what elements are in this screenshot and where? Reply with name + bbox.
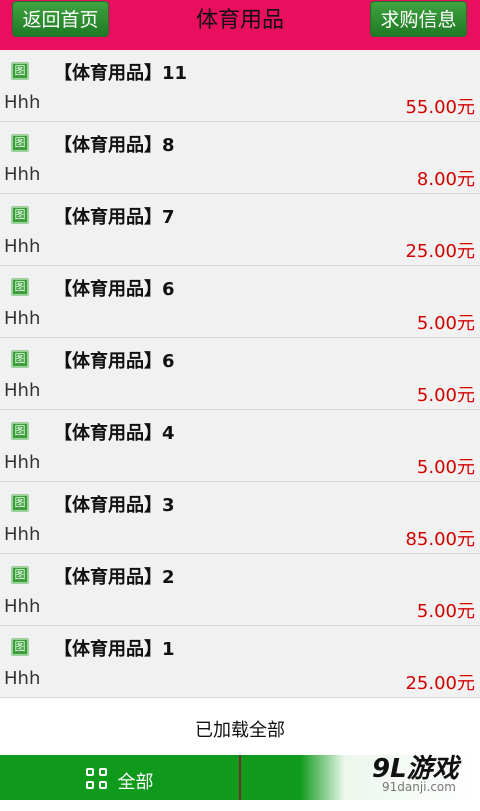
- item-price: 5.00元: [416, 385, 475, 406]
- item-price: 25.00元: [405, 241, 475, 262]
- grid-icon: [85, 768, 110, 792]
- back-home-button[interactable]: 返回首页: [12, 1, 109, 37]
- header-bar: 返回首页 体育用品 求购信息: [0, 0, 480, 50]
- list-item[interactable]: 图 【体育用品】3 Hhh 85.00元: [0, 482, 480, 554]
- item-seller: Hhh: [4, 92, 41, 113]
- picture-icon: 图: [11, 566, 29, 584]
- tab-all-label: 全部: [117, 772, 154, 793]
- list-item[interactable]: 图 【体育用品】2 Hhh 5.00元: [0, 554, 480, 626]
- item-name: 【体育用品】8: [54, 135, 175, 156]
- page-title: 体育用品: [195, 8, 284, 33]
- item-name: 【体育用品】3: [54, 495, 175, 516]
- picture-icon: 图: [11, 206, 29, 224]
- item-seller: Hhh: [4, 452, 41, 473]
- tab-all[interactable]: 全部: [0, 755, 239, 800]
- wanted-info-button[interactable]: 求购信息: [370, 1, 467, 37]
- item-seller: Hhh: [4, 380, 41, 401]
- picture-icon: 图: [11, 278, 29, 296]
- picture-icon: 图: [11, 350, 29, 368]
- item-price: 5.00元: [416, 457, 475, 478]
- item-price: 85.00元: [405, 529, 475, 550]
- picture-icon: 图: [11, 494, 29, 512]
- item-name: 【体育用品】7: [54, 207, 175, 228]
- item-name: 【体育用品】2: [54, 567, 175, 588]
- list-item[interactable]: 图 【体育用品】6 Hhh 5.00元: [0, 266, 480, 338]
- item-name: 【体育用品】4: [54, 423, 175, 444]
- item-price: 5.00元: [416, 601, 475, 622]
- watermark-url: 91danji.com: [382, 780, 456, 794]
- list-item[interactable]: 图 【体育用品】7 Hhh 25.00元: [0, 194, 480, 266]
- list-item[interactable]: 图 【体育用品】11 Hhh 55.00元: [0, 50, 480, 122]
- item-seller: Hhh: [4, 164, 41, 185]
- picture-icon: 图: [11, 134, 29, 152]
- item-seller: Hhh: [4, 596, 41, 617]
- picture-icon: 图: [11, 422, 29, 440]
- item-name: 【体育用品】6: [54, 351, 175, 372]
- list-item[interactable]: 图 【体育用品】1 Hhh 25.00元: [0, 626, 480, 698]
- picture-icon: 图: [11, 638, 29, 656]
- item-seller: Hhh: [4, 236, 41, 257]
- product-list: 图 【体育用品】11 Hhh 55.00元 图 【体育用品】8 Hhh 8.00…: [0, 50, 480, 698]
- item-seller: Hhh: [4, 524, 41, 545]
- item-seller: Hhh: [4, 668, 41, 689]
- item-price: 55.00元: [405, 97, 475, 118]
- item-price: 8.00元: [416, 169, 475, 190]
- list-item[interactable]: 图 【体育用品】6 Hhh 5.00元: [0, 338, 480, 410]
- item-price: 25.00元: [405, 673, 475, 694]
- list-item[interactable]: 图 【体育用品】8 Hhh 8.00元: [0, 122, 480, 194]
- item-seller: Hhh: [4, 308, 41, 329]
- list-item[interactable]: 图 【体育用品】4 Hhh 5.00元: [0, 410, 480, 482]
- item-price: 5.00元: [416, 313, 475, 334]
- picture-icon: 图: [11, 62, 29, 80]
- item-name: 【体育用品】6: [54, 279, 175, 300]
- item-name: 【体育用品】1: [54, 639, 175, 660]
- item-name: 【体育用品】11: [54, 63, 188, 84]
